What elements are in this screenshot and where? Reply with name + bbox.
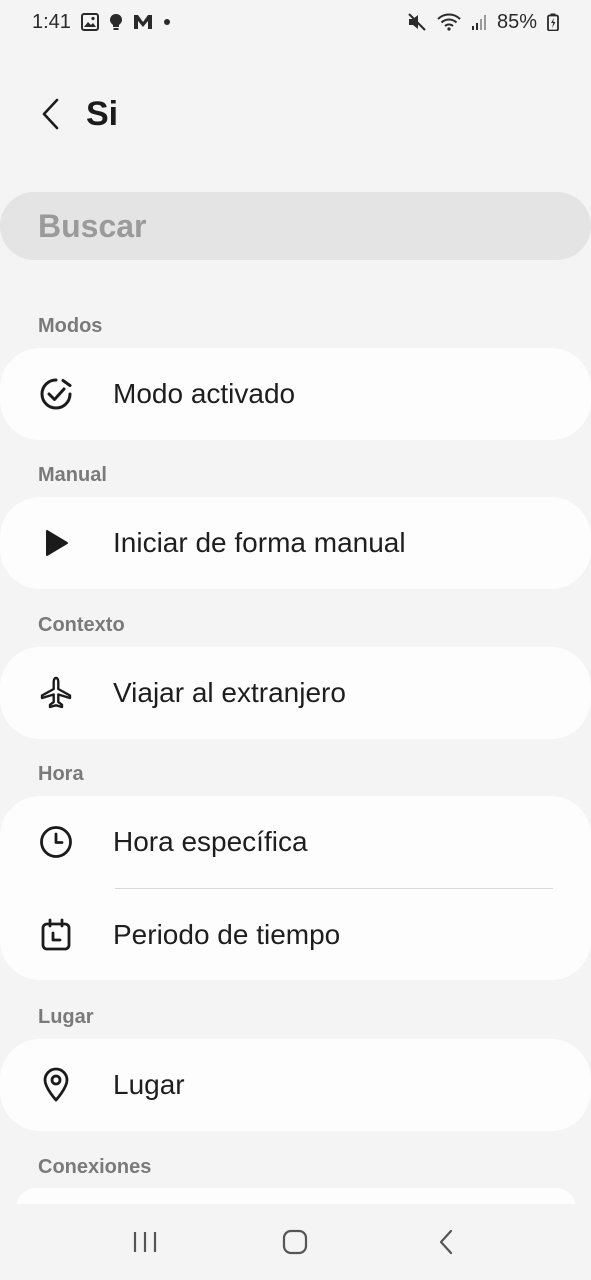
card-manual: Iniciar de forma manual [0,497,591,589]
mute-icon [407,13,427,31]
back-button[interactable] [32,94,68,134]
calendar-icon [38,917,74,953]
card-modos: Modo activado [0,348,591,440]
search-placeholder: Buscar [38,207,147,244]
section-label-manual: Manual [38,464,107,486]
status-left: 1:41 [32,11,171,34]
list-item-modo-activado[interactable]: Modo activado [0,348,591,440]
battery-percent: 85% [496,10,537,33]
search-input[interactable]: Buscar [0,192,591,260]
list-item-label: Modo activado [113,378,296,409]
back-nav-button[interactable] [416,1217,476,1267]
list-item-iniciar-manual[interactable]: Iniciar de forma manual [0,497,591,589]
m-app-icon [133,13,153,31]
list-item-label: Periodo de tiempo [113,918,341,950]
bulb-icon [109,13,123,31]
status-bar: 1:41 85% [0,0,591,44]
signal-icon [471,13,487,31]
header: Si [0,82,591,148]
section-label-modos: Modos [38,315,103,337]
card-lugar: Lugar [0,1039,591,1131]
list-item-label: Viajar al extranjero [113,677,346,708]
list-item-lugar[interactable]: Lugar [0,1039,591,1131]
recent-apps-button[interactable] [115,1217,175,1267]
list-item-label: Hora específica [113,826,308,857]
list-item-viajar[interactable]: Viajar al extranjero [0,647,591,739]
list-item-hora-especifica[interactable]: Hora específica [0,796,591,888]
section-label-conexiones: Conexiones [38,1156,152,1178]
section-label-lugar: Lugar [38,1006,94,1028]
card-contexto: Viajar al extranjero [0,647,591,739]
navigation-bar [0,1204,591,1280]
section-label-hora: Hora [38,763,84,785]
dot-icon [163,18,171,26]
back-nav-icon [439,1229,452,1255]
status-right: 85% [407,11,559,34]
list-item-periodo[interactable]: Periodo de tiempo [0,889,591,980]
recent-apps-icon [134,1232,157,1252]
home-icon [283,1229,308,1255]
home-button[interactable] [265,1217,325,1267]
list-item-label: Iniciar de forma manual [113,527,406,558]
section-label-contexto: Contexto [38,614,125,636]
location-pin-icon [38,1067,74,1103]
gallery-icon [80,13,99,31]
check-circle-icon [38,376,74,412]
play-icon [38,525,74,561]
chevron-left-icon [42,98,59,130]
status-time: 1:41 [32,10,71,33]
airplane-icon [38,675,74,711]
battery-icon [547,13,559,31]
clock-icon [38,824,74,860]
wifi-icon [437,13,461,31]
card-hora: Hora específica Periodo de tiempo [0,796,591,980]
list-item-label: Lugar [113,1069,185,1100]
page-title: Si [86,95,119,133]
